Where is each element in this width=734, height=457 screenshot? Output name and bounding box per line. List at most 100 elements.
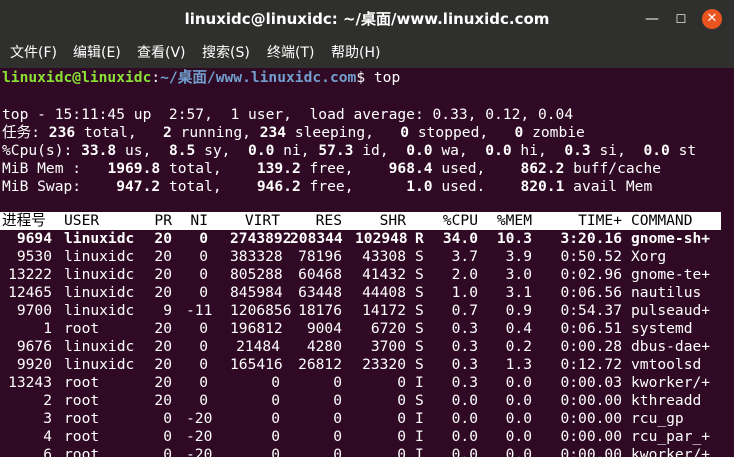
mem-buff-label: buff/cache [564, 160, 662, 177]
cell-user: linuxidc [64, 356, 135, 373]
prompt-separator: : [151, 69, 161, 86]
prompt-user-host: linuxidc@linuxidc [2, 69, 152, 86]
col-mem-header[interactable]: %MEM [490, 212, 532, 230]
cell-pid: 6 [43, 446, 52, 457]
cell-res: 18176 [298, 302, 342, 319]
cpu-line: %Cpu(s): 33.8 us, 8.5 sy, 0.0 ni, 57.3 i… [2, 142, 696, 160]
table-row[interactable]: 1 root 20 0 196812 9004 6720 S 0.3 0.4 0:06.51 syst… [0, 320, 724, 338]
cell-shr: 0 [397, 428, 406, 445]
cpu-id-label: id, [353, 142, 407, 159]
mem-used-label: used, [432, 160, 521, 177]
cell-command: gnome-te+ [631, 266, 711, 283]
cell-ni: 0 [199, 374, 208, 391]
cell-virt: 0 [271, 392, 280, 409]
cell-pr: 0 [163, 428, 172, 445]
cell-ni: 0 [199, 356, 208, 373]
cpu-sy: 8.5 [168, 142, 196, 159]
cpu-ni: 0.0 [248, 142, 275, 159]
cell-command: rcu_gp [631, 410, 684, 427]
cell-virt: 0 [271, 428, 280, 445]
cell-virt: 196812 [230, 320, 283, 337]
table-row[interactable]: 9694 linuxidc 20 0 2743892 208344 102948 R 34.0 1… [0, 230, 724, 248]
title-bar[interactable]: linuxidc@linuxidc: ~/桌面/www.linuxidc.com… [0, 0, 734, 38]
table-row[interactable]: 3 root 0 -20 0 0 0 I 0.0 0.0 0:00.00 rcu_gp [0, 410, 724, 428]
cell-mem: 0.2 [505, 338, 532, 355]
table-row[interactable]: 9920 linuxidc 20 0 165416 26812 23320 S 0.3 1.3 0:… [0, 356, 724, 374]
cell-command: vmtoolsd [631, 356, 702, 373]
mem-total-label: total, [160, 160, 257, 177]
cell-res: 0 [333, 392, 342, 409]
cell-user: root [64, 410, 100, 427]
cell-pr: 20 [154, 320, 172, 337]
terminal-output[interactable]: linuxidc@linuxidc:~/桌面/www.linuxidc.com$… [0, 68, 724, 457]
cell-pr: 20 [154, 356, 172, 373]
cell-pid: 2 [43, 392, 52, 409]
cell-ni: 0 [199, 230, 208, 247]
table-row[interactable]: 9700 linuxidc 9 -11 1206856 18176 14172 S 0.7 0.9… [0, 302, 724, 320]
cell-ni: 0 [199, 392, 208, 409]
col-res-header[interactable]: RES [300, 212, 342, 230]
mem-free: 139.2 [256, 160, 301, 177]
menu-terminal[interactable]: 终端(T) [267, 38, 314, 68]
swap-free: 946.2 [256, 178, 301, 195]
table-row[interactable]: 9676 linuxidc 20 0 21484 4280 3700 S 0.3 0.2 0:00.… [0, 338, 724, 356]
menu-help[interactable]: 帮助(H) [331, 38, 380, 68]
cell-user: linuxidc [64, 230, 135, 247]
cell-pr: 20 [154, 284, 172, 301]
cell-command: kworker/+ [631, 446, 711, 457]
table-row[interactable]: 4 root 0 -20 0 0 0 I 0.0 0.0 0:00.00 rcu_par_+ [0, 428, 724, 446]
col-pr-header[interactable]: PR [150, 212, 172, 230]
cell-command: gnome-sh+ [631, 230, 711, 247]
table-row[interactable]: 9530 linuxidc 20 0 383328 78196 43308 S 3.7 3.9 0:… [0, 248, 724, 266]
col-shr-header[interactable]: SHR [355, 212, 406, 230]
close-icon[interactable]: ✕ [702, 9, 722, 29]
table-row[interactable]: 2 root 20 0 0 0 0 S 0.0 0.0 0:00.00 kthreadd [0, 392, 724, 410]
top-uptime-line: top - 15:11:45 up 2:57, 1 user, load ave… [2, 106, 574, 123]
cell-cpu: 1.0 [451, 284, 478, 301]
cell-res: 60468 [298, 266, 342, 283]
swap-total-label: total, [160, 178, 257, 195]
cell-user: root [64, 446, 100, 457]
cell-pr: 20 [154, 230, 172, 247]
cell-state: I [415, 446, 424, 457]
menu-file[interactable]: 文件(F) [10, 38, 57, 68]
col-command-header[interactable]: COMMAND [631, 212, 693, 230]
table-row[interactable]: 13243 root 20 0 0 0 0 I 0.3 0.0 0:00.03 kworker/+ [0, 374, 724, 392]
col-ni-header[interactable]: NI [186, 212, 208, 230]
table-row[interactable]: 12465 linuxidc 20 0 845984 63448 44408 S 1.0 3.1 0… [0, 284, 724, 302]
cell-user: linuxidc [64, 302, 135, 319]
cell-shr: 14172 [362, 302, 406, 319]
col-pid-header[interactable]: 进程号 [2, 212, 46, 230]
cell-time: 3:20.16 [560, 230, 622, 247]
cell-virt: 21484 [236, 338, 280, 355]
maximize-icon[interactable]: ☐ [671, 9, 691, 29]
cell-shr: 3700 [370, 338, 406, 355]
col-time-header[interactable]: TIME+ [560, 212, 622, 230]
terminal-window: linuxidc@linuxidc: ~/桌面/www.linuxidc.com… [0, 0, 734, 457]
table-row[interactable]: 6 root 0 -20 0 0 0 I 0.0 0.0 0:00.00 kworker/+ [0, 446, 724, 457]
scrollbar[interactable] [724, 68, 734, 457]
cpu-sy-label: sy, [195, 142, 249, 159]
menu-search[interactable]: 搜索(S) [202, 38, 250, 68]
cpu-us: 33.8 [81, 142, 117, 159]
table-row[interactable]: 13222 linuxidc 20 0 805288 60468 41432 S 2.0 3.0 0… [0, 266, 724, 284]
menu-edit[interactable]: 编辑(E) [73, 38, 121, 68]
col-user-header[interactable]: USER [64, 212, 99, 230]
menu-view[interactable]: 查看(V) [137, 38, 186, 68]
cell-user: root [64, 320, 100, 337]
cell-res: 0 [333, 446, 342, 457]
cell-pid: 12465 [8, 284, 52, 301]
cell-ni: -20 [186, 428, 213, 445]
cell-state: S [415, 266, 424, 283]
cell-res: 0 [333, 428, 342, 445]
cell-user: linuxidc [64, 266, 135, 283]
col-virt-header[interactable]: VIRT [230, 212, 280, 230]
cell-state: S [415, 338, 424, 355]
cell-time: 0:54.37 [560, 302, 622, 319]
swap-used-label: used. [432, 178, 521, 195]
minimize-icon[interactable]: — [642, 9, 662, 29]
col-cpu-header[interactable]: %CPU [436, 212, 478, 230]
cell-time: 0:12.72 [560, 356, 622, 373]
cell-pid: 9676 [16, 338, 52, 355]
cell-pid: 4 [43, 428, 52, 445]
